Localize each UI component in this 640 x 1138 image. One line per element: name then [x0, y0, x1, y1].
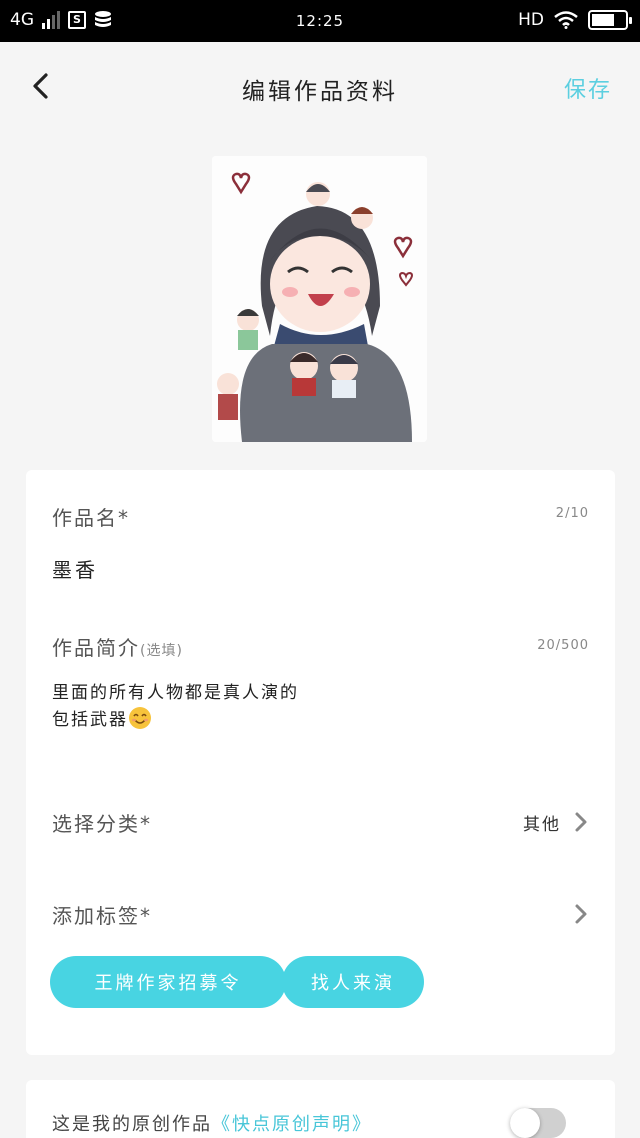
wifi-icon: [554, 11, 578, 29]
battery-icon: [588, 10, 632, 30]
status-bar: 4G S 12:25 HD: [0, 0, 640, 42]
category-label: 选择分类*: [52, 812, 152, 836]
work-name-input[interactable]: 墨香: [52, 554, 98, 583]
intro-counter: 20/500: [537, 638, 589, 653]
intro-optional-hint: (选填): [140, 643, 183, 659]
status-right: HD: [518, 10, 632, 30]
category-value: 其他: [523, 815, 561, 835]
cover-image[interactable]: [212, 156, 427, 442]
save-button[interactable]: 保存: [564, 72, 612, 104]
toggle-knob: [510, 1108, 540, 1138]
chevron-right-icon: [575, 812, 587, 832]
original-toggle[interactable]: [510, 1108, 566, 1138]
work-info-card: 作品名* 2/10 墨香 作品简介(选填) 20/500 里面的所有人物都是真人…: [26, 470, 615, 1055]
original-text: 这是我的原创作品: [52, 1114, 212, 1135]
intro-line-1: 里面的所有人物都是真人演的: [52, 683, 299, 703]
work-name-label: 作品名*: [52, 506, 130, 530]
original-declaration-text: 这是我的原创作品《快点原创声明》: [52, 1110, 372, 1136]
intro-textarea[interactable]: 里面的所有人物都是真人演的 包括武器: [52, 680, 299, 733]
tags-row[interactable]: 添加标签*: [26, 884, 615, 944]
category-row[interactable]: 选择分类* 其他: [26, 792, 615, 852]
nav-header: 编辑作品资料 保存: [0, 42, 640, 132]
intro-line-2-wrap: 包括武器: [52, 706, 299, 733]
chevron-right-icon: [575, 904, 587, 924]
work-name-counter: 2/10: [555, 506, 589, 521]
cover-illustration: [212, 156, 427, 442]
tags-label: 添加标签*: [52, 904, 152, 928]
intro-label-text: 作品简介: [52, 636, 140, 660]
intro-line-2: 包括武器: [52, 710, 128, 730]
tag-chip[interactable]: 王牌作家招募令: [50, 956, 286, 1008]
smiling-face-emoji-icon: [129, 707, 151, 729]
intro-label: 作品简介(选填): [52, 632, 183, 661]
page-title: 编辑作品资料: [242, 79, 398, 105]
hd-indicator: HD: [518, 10, 544, 30]
original-declaration-link[interactable]: 《快点原创声明》: [212, 1114, 372, 1135]
original-declaration-card: 这是我的原创作品《快点原创声明》: [26, 1080, 615, 1138]
tag-chip[interactable]: 找人来演: [282, 956, 424, 1008]
